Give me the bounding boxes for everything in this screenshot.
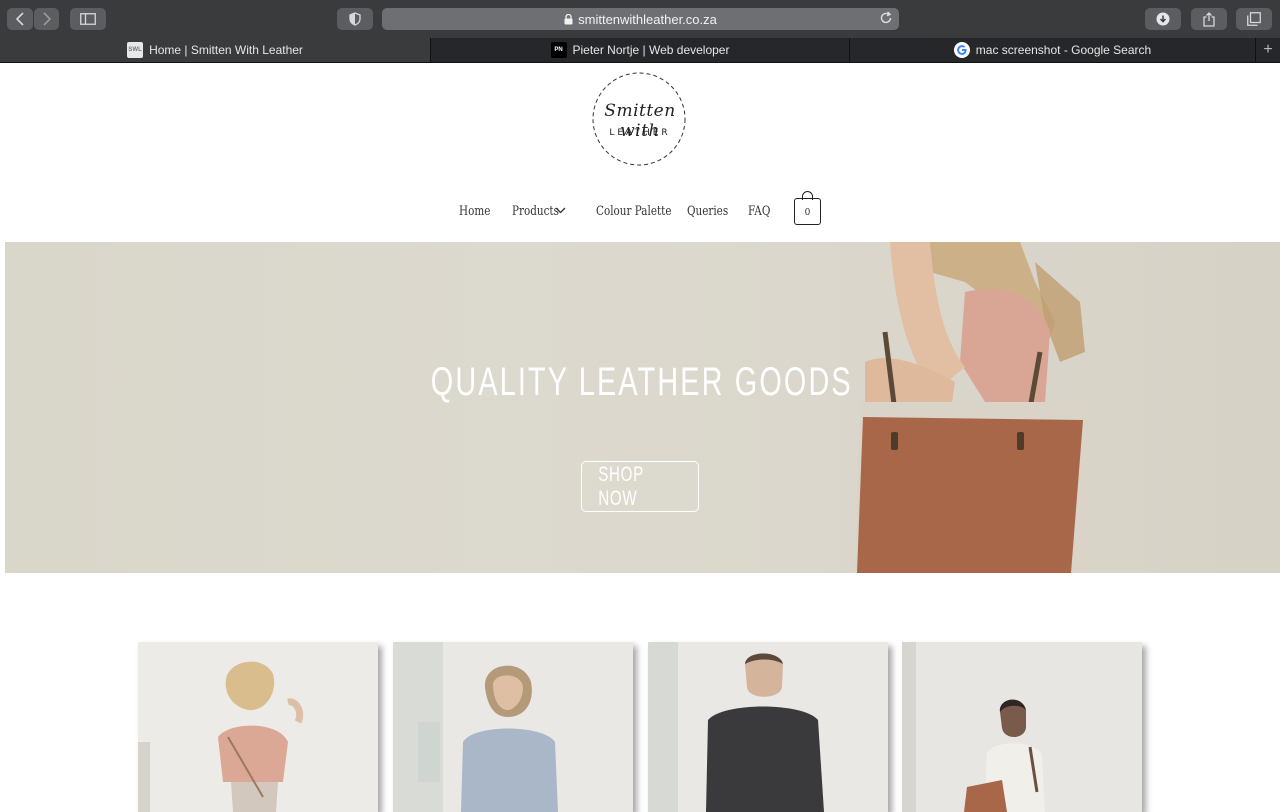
tab-smitten-with-leather[interactable]: SWL Home | Smitten With Leather — [0, 38, 431, 62]
card-woman-pink-top[interactable] — [138, 642, 378, 812]
address-bar[interactable]: smittenwithleather.co.za — [382, 8, 899, 30]
swl-favicon-icon: SWL — [127, 42, 144, 58]
hero-model-image — [855, 242, 1095, 573]
lock-icon — [564, 13, 573, 24]
plus-icon: + — [1263, 41, 1273, 58]
cart-count: 0 — [804, 208, 811, 218]
privacy-report-button[interactable] — [337, 8, 373, 30]
downloads-button[interactable] — [1145, 8, 1181, 30]
nav-colour-palette[interactable]: Colour Palette — [596, 204, 672, 219]
hero-title: QUALITY LEATHER GOODS — [430, 360, 853, 404]
nav-faq[interactable]: FAQ — [748, 204, 770, 219]
card-image — [902, 642, 1142, 812]
tab-title: mac screenshot - Google Search — [975, 43, 1152, 57]
chevron-down-icon[interactable] — [555, 207, 566, 214]
google-icon — [953, 42, 970, 58]
tab-bar: SWL Home | Smitten With Leather PN Piete… — [0, 38, 1280, 63]
nav-queries[interactable]: Queries — [687, 204, 728, 219]
tab-google-search[interactable]: mac screenshot - Google Search — [850, 38, 1256, 62]
tab-pieter-nortje[interactable]: PN Pieter Nortje | Web developer — [431, 38, 850, 62]
share-button[interactable] — [1191, 8, 1227, 30]
tab-title: Pieter Nortje | Web developer — [572, 43, 730, 57]
sidebar-icon — [80, 13, 96, 25]
card-image — [393, 642, 633, 812]
cart-button[interactable]: 0 — [794, 198, 821, 225]
card-image — [138, 642, 378, 812]
reload-icon[interactable] — [879, 11, 893, 25]
nav-home[interactable]: Home — [459, 204, 490, 219]
shop-now-label: SHOP NOW — [598, 462, 644, 510]
sidebar-button[interactable] — [70, 8, 106, 30]
tab-title: Home | Smitten With Leather — [149, 43, 303, 57]
new-tab-button[interactable]: + — [1256, 38, 1280, 62]
url-text: smittenwithleather.co.za — [578, 11, 717, 27]
chevron-left-icon — [15, 12, 24, 26]
hero-banner: QUALITY LEATHER GOODS SHOP NOW — [5, 242, 1280, 573]
site-logo[interactable]: Smitten with LEATHER — [589, 71, 691, 167]
card-image — [648, 642, 888, 812]
card-woman-white-top[interactable] — [902, 642, 1142, 812]
share-icon — [1203, 11, 1215, 27]
browser-toolbar: smittenwithleather.co.za — [0, 0, 1280, 38]
shield-icon — [349, 12, 361, 26]
card-man-blue-shirt[interactable] — [393, 642, 633, 812]
logo-subtitle: LEATHER — [609, 128, 671, 138]
chevron-right-icon — [42, 12, 51, 26]
nav-products[interactable]: Products — [512, 204, 559, 219]
main-nav: Home Products Colour Palette Queries FAQ — [0, 195, 1280, 229]
tab-overview-button[interactable] — [1236, 8, 1272, 30]
forward-button[interactable] — [34, 8, 59, 30]
card-man-black-shirt[interactable] — [648, 642, 888, 812]
tab-overview-icon — [1247, 12, 1261, 26]
back-button[interactable] — [7, 8, 33, 30]
pn-favicon-icon: PN — [550, 42, 567, 58]
website-content: Smitten with LEATHER Home Products Colou… — [0, 63, 1280, 812]
download-icon — [1156, 12, 1170, 26]
shop-now-button[interactable]: SHOP NOW — [581, 461, 699, 512]
